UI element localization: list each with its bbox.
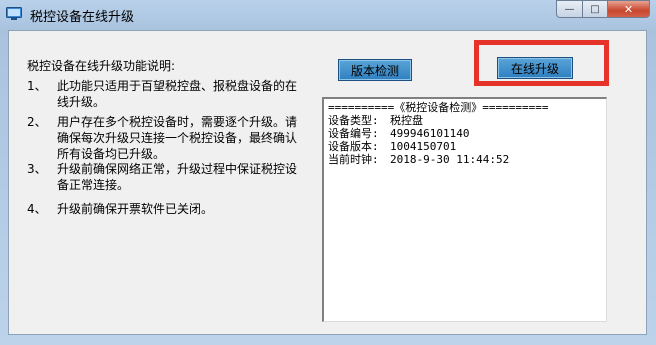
maximize-button[interactable]: □	[582, 0, 607, 18]
close-button[interactable]: ✕	[607, 0, 650, 18]
detection-log[interactable]: ==========《税控设备检测》========== 设备类型: 税控盘 设…	[322, 97, 607, 322]
caption-buttons: — □ ✕	[556, 0, 650, 20]
log-value: 499946101140	[390, 127, 470, 140]
version-check-button[interactable]: 版本检测	[338, 59, 412, 81]
instruction-text: 此功能只适用于百望税控盘、报税盘设备的在线升级。	[57, 79, 298, 109]
log-key: 设备编号:	[328, 127, 379, 140]
log-row: 设备版本: 1004150701	[328, 140, 602, 153]
log-row: 设备类型: 税控盘	[328, 114, 602, 127]
online-upgrade-button[interactable]: 在线升级	[497, 57, 573, 79]
close-icon: ✕	[623, 2, 634, 16]
window-title: 税控设备在线升级	[30, 10, 135, 25]
log-key: 设备版本:	[328, 140, 379, 153]
log-row: 设备编号: 499946101140	[328, 127, 602, 140]
log-value: 1004150701	[390, 140, 457, 153]
instruction-text: 升级前确保开票软件已关闭。	[57, 202, 214, 216]
instruction-number: 3、	[27, 162, 47, 176]
app-window: 税控设备在线升级 — □ ✕ 税控设备在线升级功能说明: 1、 此功能只适用于百…	[0, 0, 656, 345]
instruction-number: 2、	[27, 115, 47, 129]
instruction-number: 1、	[27, 79, 47, 93]
title-bar[interactable]: 税控设备在线升级 — □ ✕	[0, 0, 656, 30]
minimize-button[interactable]: —	[556, 0, 582, 18]
log-key: 设备类型:	[328, 114, 379, 127]
maximize-icon: □	[590, 3, 600, 15]
instructions-title: 税控设备在线升级功能说明:	[27, 59, 176, 73]
minimize-icon: —	[564, 3, 575, 15]
client-area: 税控设备在线升级功能说明: 1、 此功能只适用于百望税控盘、报税盘设备的在线升级…	[8, 30, 647, 335]
instruction-text: 升级前确保网络正常，升级过程中保证税控设备正常连接。	[57, 162, 298, 192]
instruction-text: 用户存在多个税控设备时，需要逐个升级。请确保每次升级只连接一个税控设备，最终确认…	[57, 115, 298, 161]
log-header: ==========《税控设备检测》==========	[328, 101, 549, 114]
log-value: 2018-9-30 11:44:52	[390, 153, 510, 166]
monitor-icon	[6, 7, 22, 20]
log-value: 税控盘	[390, 114, 423, 127]
instruction-number: 4、	[27, 202, 47, 216]
log-key: 当前时钟:	[328, 153, 379, 166]
log-row: 当前时钟: 2018-9-30 11:44:52	[328, 153, 602, 166]
